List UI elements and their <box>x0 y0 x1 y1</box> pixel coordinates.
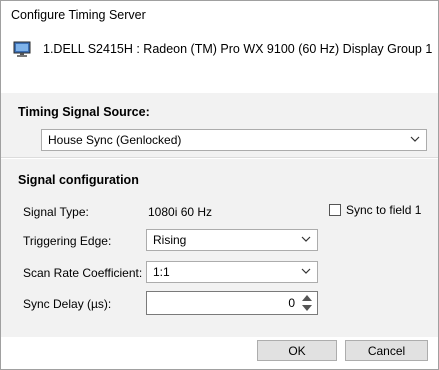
scan-rate-label: Scan Rate Coefficient: <box>23 266 143 280</box>
signal-config-section: Signal configuration Signal Type: 1080i … <box>1 159 438 337</box>
scan-rate-dropdown[interactable]: 1:1 <box>146 261 318 283</box>
triggering-edge-label: Triggering Edge: <box>23 234 112 248</box>
timing-source-value: House Sync (Genlocked) <box>48 133 182 147</box>
sync-to-field-checkbox[interactable]: Sync to field 1 <box>329 203 421 217</box>
timing-source-header: Timing Signal Source: <box>18 105 150 119</box>
sync-delay-label: Sync Delay (µs): <box>23 297 112 311</box>
signal-type-label: Signal Type: <box>23 205 89 219</box>
configure-timing-server-dialog: Configure Timing Server 1.DELL S2415H : … <box>0 0 439 370</box>
triggering-edge-dropdown[interactable]: Rising <box>146 229 318 251</box>
chevron-down-icon <box>410 136 420 142</box>
signal-config-header: Signal configuration <box>18 173 139 187</box>
monitor-icon <box>13 41 31 57</box>
cancel-button[interactable]: Cancel <box>345 340 428 361</box>
spin-arrows-icon[interactable] <box>300 294 314 312</box>
ok-button[interactable]: OK <box>257 340 337 361</box>
scan-rate-value: 1:1 <box>153 265 170 279</box>
display-label: 1.DELL S2415H : Radeon (TM) Pro WX 9100 … <box>43 42 433 56</box>
timing-source-section: Timing Signal Source: House Sync (Genloc… <box>1 93 438 158</box>
chevron-down-icon <box>301 268 311 274</box>
checkbox-box[interactable] <box>329 204 341 216</box>
triggering-edge-value: Rising <box>153 233 187 247</box>
chevron-down-icon <box>301 236 311 242</box>
timing-source-dropdown[interactable]: House Sync (Genlocked) <box>41 129 427 151</box>
display-row: 1.DELL S2415H : Radeon (TM) Pro WX 9100 … <box>13 39 432 59</box>
sync-delay-value[interactable]: 0 <box>288 296 295 310</box>
sync-delay-spinbox[interactable]: 0 <box>146 291 318 315</box>
signal-type-value: 1080i 60 Hz <box>148 205 213 219</box>
dialog-title: Configure Timing Server <box>11 8 146 22</box>
sync-to-field-label: Sync to field 1 <box>346 203 422 217</box>
